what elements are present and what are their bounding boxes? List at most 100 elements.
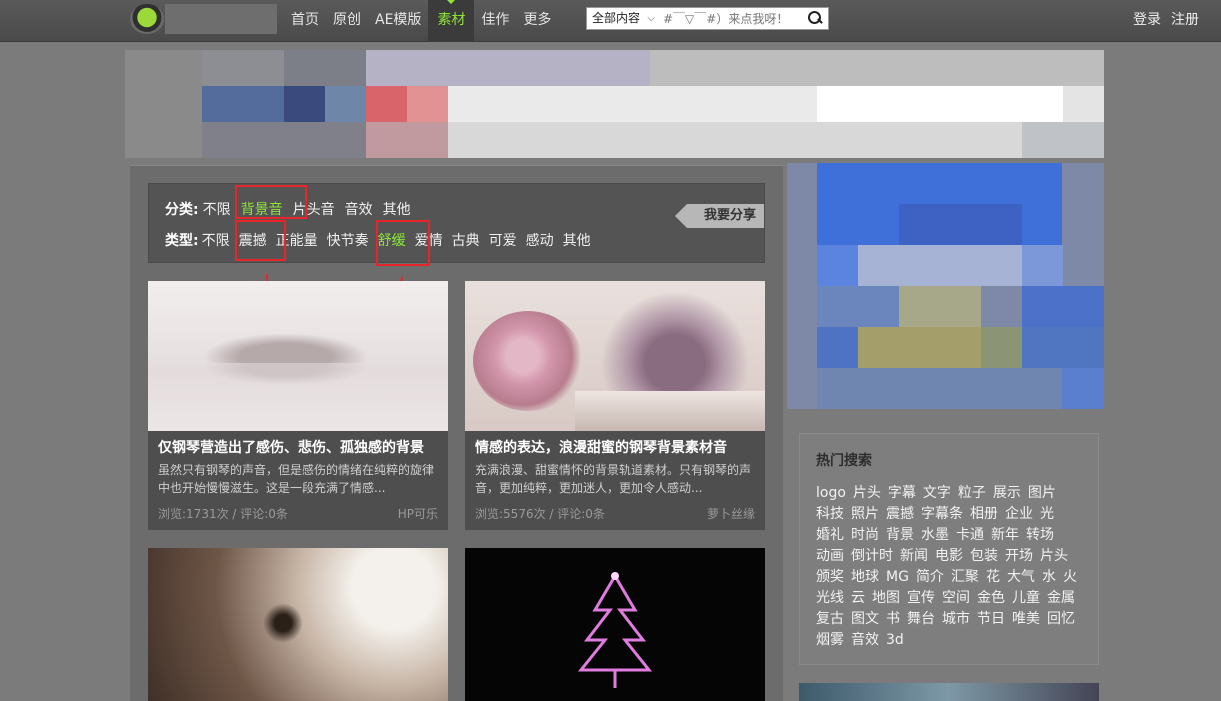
hot-search-tag[interactable]: 花 bbox=[986, 567, 1000, 588]
hot-search-tag[interactable]: 片头 bbox=[1040, 546, 1068, 567]
category-option-any[interactable]: 不限 bbox=[203, 199, 231, 219]
hot-search-tag[interactable]: 照片 bbox=[851, 504, 879, 525]
material-card[interactable]: 情感的表达，浪漫甜蜜的钢琴背景素材音 充满浪漫、甜蜜情怀的背景轨道素材。只有钢琴… bbox=[465, 281, 765, 530]
hot-search-tag[interactable]: 城市 bbox=[942, 609, 970, 630]
hot-search-tag[interactable]: 包装 bbox=[970, 546, 998, 567]
type-option-any[interactable]: 不限 bbox=[202, 230, 230, 250]
login-link[interactable]: 登录 bbox=[1133, 0, 1161, 42]
nav-item-original[interactable]: 原创 bbox=[326, 0, 368, 42]
sidebar-image-bottom[interactable] bbox=[799, 683, 1099, 701]
hot-search-tag[interactable]: 文字 bbox=[923, 483, 951, 504]
card-thumbnail-light-tree[interactable] bbox=[465, 548, 765, 701]
top-navigation-bar: 首页 原创 AE模版 素材 佳作 更多 全部内容 ⌵ 登录 注册 bbox=[0, 0, 1221, 42]
hot-search-tag[interactable]: 光线 bbox=[816, 588, 844, 609]
hot-search-tag[interactable]: 开场 bbox=[1005, 546, 1033, 567]
hot-search-tag[interactable]: 图片 bbox=[1028, 483, 1056, 504]
hot-search-tag[interactable]: 新闻 bbox=[900, 546, 928, 567]
nav-item-home[interactable]: 首页 bbox=[284, 0, 326, 42]
hot-search-tag[interactable]: 图文 bbox=[851, 609, 879, 630]
hot-search-tag[interactable]: 空间 bbox=[942, 588, 970, 609]
pixelated-banner-image[interactable] bbox=[125, 50, 1104, 158]
type-option-classical[interactable]: 古典 bbox=[452, 230, 480, 250]
card-title[interactable]: 情感的表达，浪漫甜蜜的钢琴背景素材音 bbox=[465, 431, 765, 457]
hot-search-tag[interactable]: 科技 bbox=[816, 504, 844, 525]
sidebar-pixelated-ad-image[interactable] bbox=[787, 163, 1104, 409]
nav-item-ae-templates[interactable]: AE模版 bbox=[368, 0, 428, 42]
material-card[interactable] bbox=[148, 548, 448, 701]
hot-search-tag[interactable]: 宣传 bbox=[907, 588, 935, 609]
card-author[interactable]: HP可乐 bbox=[398, 505, 438, 522]
search-scope-select[interactable]: 全部内容 ⌵ bbox=[587, 8, 659, 29]
hot-search-tag[interactable]: 云 bbox=[851, 588, 865, 609]
hot-search-tag[interactable]: 婚礼 bbox=[816, 525, 844, 546]
hot-search-tag[interactable]: MG bbox=[886, 567, 909, 588]
material-card[interactable] bbox=[465, 548, 765, 701]
card-description: 虽然只有钢琴的声音，但是感伤的情绪在纯粹的旋律中也开始慢慢滋生。这是一段充满了情… bbox=[158, 463, 435, 495]
hot-search-tag[interactable]: 复古 bbox=[816, 609, 844, 630]
card-thumbnail-misty-lake[interactable] bbox=[148, 281, 448, 431]
register-link[interactable]: 注册 bbox=[1171, 0, 1199, 42]
type-option-fast[interactable]: 快节奏 bbox=[327, 230, 369, 250]
hot-search-tag[interactable]: 儿童 bbox=[1012, 588, 1040, 609]
hot-search-tag[interactable]: 水 bbox=[1042, 567, 1056, 588]
nav-item-more[interactable]: 更多 bbox=[516, 0, 558, 42]
hot-search-tag[interactable]: 火 bbox=[1063, 567, 1077, 588]
hot-search-tag[interactable]: 3d bbox=[886, 630, 904, 651]
annotation-box-bgm bbox=[235, 185, 307, 219]
search-icon[interactable] bbox=[805, 9, 825, 28]
category-option-sfx[interactable]: 音效 bbox=[345, 199, 373, 219]
hot-search-tag[interactable]: 金属 bbox=[1047, 588, 1075, 609]
type-option-cute[interactable]: 可爱 bbox=[489, 230, 517, 250]
hot-search-tag[interactable]: 光 bbox=[1040, 504, 1054, 525]
card-thumbnail-rose-book-heart[interactable] bbox=[465, 281, 765, 431]
hot-search-tag[interactable]: 节日 bbox=[977, 609, 1005, 630]
card-title[interactable]: 仅钢琴营造出了感伤、悲伤、孤独感的背景 bbox=[148, 431, 448, 457]
hot-search-tag[interactable]: 倒计时 bbox=[851, 546, 893, 567]
hot-search-tag[interactable]: 动画 bbox=[816, 546, 844, 567]
hot-search-tag[interactable]: 字幕条 bbox=[921, 504, 963, 525]
hot-search-tag[interactable]: 金色 bbox=[977, 588, 1005, 609]
card-author[interactable]: 萝卜丝缘 bbox=[707, 505, 755, 522]
hot-search-tag[interactable]: 时尚 bbox=[851, 525, 879, 546]
hot-search-tag[interactable]: 简介 bbox=[916, 567, 944, 588]
share-button[interactable]: 我要分享 bbox=[674, 204, 764, 228]
hot-search-tag[interactable]: 卡通 bbox=[956, 525, 984, 546]
hot-search-tag[interactable]: logo bbox=[816, 483, 846, 504]
hot-search-tag[interactable]: 颁奖 bbox=[816, 567, 844, 588]
hot-search-tag[interactable]: 粒子 bbox=[958, 483, 986, 504]
search-input[interactable] bbox=[663, 9, 803, 28]
nav-item-showcase[interactable]: 佳作 bbox=[474, 0, 516, 42]
hot-search-tag[interactable]: 地图 bbox=[872, 588, 900, 609]
hot-search-tag[interactable]: 书 bbox=[886, 609, 900, 630]
site-logo-wordmark-pixelated[interactable] bbox=[165, 4, 277, 34]
hot-search-tag[interactable]: 大气 bbox=[1007, 567, 1035, 588]
hot-search-tag[interactable]: 烟雾 bbox=[816, 630, 844, 651]
annotation-box-epic bbox=[235, 220, 286, 261]
nav-item-materials[interactable]: 素材 bbox=[428, 0, 475, 42]
hot-search-tag[interactable]: 震撼 bbox=[886, 504, 914, 525]
hot-search-tag[interactable]: 片头 bbox=[853, 483, 881, 504]
site-logo-icon[interactable] bbox=[130, 4, 164, 34]
type-option-touching[interactable]: 感动 bbox=[526, 230, 554, 250]
hot-search-tag[interactable]: 唯美 bbox=[1012, 609, 1040, 630]
material-card[interactable]: 仅钢琴营造出了感伤、悲伤、孤独感的背景 虽然只有钢琴的声音，但是感伤的情绪在纯粹… bbox=[148, 281, 448, 530]
hot-search-tag[interactable]: 企业 bbox=[1005, 504, 1033, 525]
annotation-box-soothing bbox=[376, 220, 430, 266]
card-thumbnail-dried-flowers[interactable] bbox=[148, 548, 448, 701]
category-option-other[interactable]: 其他 bbox=[383, 199, 411, 219]
hot-search-tag[interactable]: 汇聚 bbox=[951, 567, 979, 588]
hot-search-tag[interactable]: 水墨 bbox=[921, 525, 949, 546]
hot-search-tag[interactable]: 地球 bbox=[851, 567, 879, 588]
hot-search-tag[interactable]: 电影 bbox=[935, 546, 963, 567]
hot-search-tag[interactable]: 回忆 bbox=[1047, 609, 1075, 630]
hot-search-tag[interactable]: 相册 bbox=[970, 504, 998, 525]
type-option-other[interactable]: 其他 bbox=[563, 230, 591, 250]
hot-search-tag[interactable]: 舞台 bbox=[907, 609, 935, 630]
auth-links: 登录 注册 bbox=[1133, 0, 1199, 42]
hot-search-tag[interactable]: 转场 bbox=[1026, 525, 1054, 546]
hot-search-tag[interactable]: 音效 bbox=[851, 630, 879, 651]
hot-search-tag[interactable]: 新年 bbox=[991, 525, 1019, 546]
hot-search-tag[interactable]: 背景 bbox=[886, 525, 914, 546]
hot-search-tag[interactable]: 字幕 bbox=[888, 483, 916, 504]
hot-search-tag[interactable]: 展示 bbox=[993, 483, 1021, 504]
